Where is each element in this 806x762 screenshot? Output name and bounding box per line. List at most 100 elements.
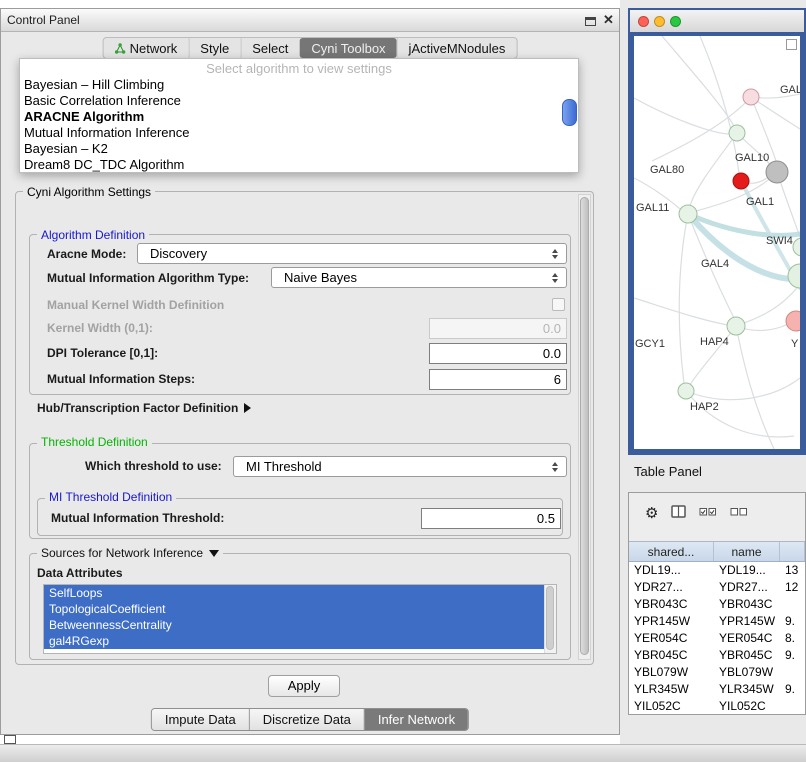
table-cell: YBR045C bbox=[629, 647, 714, 664]
attribute-item[interactable]: BetweennessCentrality bbox=[44, 617, 544, 633]
node-label: GCY1 bbox=[635, 338, 665, 350]
mi-steps-label: Mutual Information Steps: bbox=[47, 372, 195, 386]
attribute-list-scrollbar[interactable] bbox=[544, 585, 556, 653]
mi-threshold-group-title: MI Threshold Definition bbox=[45, 490, 176, 504]
tab-style[interactable]: Style bbox=[188, 38, 240, 58]
table-cell: YPR145W bbox=[629, 613, 714, 630]
column-header[interactable]: shared... bbox=[629, 542, 714, 561]
network-edge bbox=[634, 298, 728, 325]
which-threshold-label: Which threshold to use: bbox=[85, 459, 222, 473]
sources-title: Sources for Network Inference bbox=[41, 546, 203, 560]
network-node[interactable] bbox=[729, 125, 745, 141]
cyni-settings-title: Cyni Algorithm Settings bbox=[23, 185, 155, 199]
node-label: GAL bbox=[780, 84, 800, 96]
table-cell: YER054C bbox=[714, 630, 780, 647]
table-row[interactable]: YER054CYER054C8. bbox=[629, 630, 805, 647]
table-cell: 9. bbox=[780, 613, 805, 630]
dropdown-scrollbar-thumb[interactable] bbox=[562, 99, 577, 126]
attribute-item[interactable]: SelfLoops bbox=[44, 585, 544, 601]
column-header[interactable]: name bbox=[714, 542, 780, 561]
mi-steps-field[interactable] bbox=[429, 369, 567, 390]
network-node[interactable] bbox=[793, 238, 800, 256]
network-node[interactable] bbox=[786, 311, 800, 331]
dpi-tolerance-label: DPI Tolerance [0,1]: bbox=[47, 346, 158, 360]
network-node[interactable] bbox=[678, 383, 694, 399]
tab-label: Network bbox=[130, 41, 178, 56]
float-panel-icon[interactable] bbox=[585, 17, 596, 26]
mi-algorithm-type-select[interactable]: Naive Bayes bbox=[271, 267, 567, 288]
close-panel-icon[interactable]: ✕ bbox=[603, 12, 614, 28]
collapse-triangle-icon[interactable] bbox=[209, 550, 219, 557]
table-row[interactable]: YDR27...YDR27...12 bbox=[629, 579, 805, 596]
network-node[interactable] bbox=[727, 317, 745, 335]
table-row[interactable]: YBR045CYBR045C9. bbox=[629, 647, 805, 664]
tab-impute-data[interactable]: Impute Data bbox=[152, 709, 249, 730]
table-cell bbox=[780, 698, 805, 715]
combo-arrows-icon bbox=[547, 273, 563, 283]
column-browser-icon[interactable] bbox=[671, 505, 686, 521]
network-node[interactable] bbox=[733, 173, 749, 189]
tab-jactivemnodules[interactable]: jActiveMNodules bbox=[397, 38, 517, 58]
tab-select[interactable]: Select bbox=[240, 38, 299, 58]
table-cell: YBR043C bbox=[629, 596, 714, 613]
table-row[interactable]: YBR043CYBR043C bbox=[629, 596, 805, 613]
minimize-window-icon[interactable] bbox=[654, 16, 665, 27]
settings-scrollbar[interactable] bbox=[578, 194, 591, 660]
tab-cyni-toolbox[interactable]: Cyni Toolbox bbox=[299, 38, 396, 58]
algorithm-dropdown-popup: Select algorithm to view settings Bayesi… bbox=[19, 58, 579, 173]
apply-button[interactable]: Apply bbox=[268, 675, 340, 697]
table-cell: YBL079W bbox=[629, 664, 714, 681]
network-view-window: GALGAL80GAL10GAL11GAL1SWI4GAL4GCY1HAP4YH… bbox=[628, 8, 806, 455]
column-header[interactable] bbox=[780, 542, 805, 561]
aracne-mode-label: Aracne Mode: bbox=[47, 247, 126, 261]
tab-discretize-data[interactable]: Discretize Data bbox=[249, 709, 364, 730]
table-header-row: shared...name bbox=[629, 541, 805, 562]
table-cell: YIL052C bbox=[714, 698, 780, 715]
algorithm-option[interactable]: Mutual Information Inference bbox=[20, 125, 578, 141]
algorithm-option[interactable]: Bayesian – K2 bbox=[20, 141, 578, 157]
network-node[interactable] bbox=[766, 161, 788, 183]
settings-scroll-thumb[interactable] bbox=[580, 197, 589, 655]
tab-infer-network[interactable]: Infer Network bbox=[364, 709, 468, 730]
tab-network[interactable]: Network bbox=[104, 38, 189, 58]
table-cell: 12 bbox=[780, 579, 805, 596]
manual-kernel-width-checkbox bbox=[552, 298, 565, 311]
network-node[interactable] bbox=[679, 205, 697, 223]
mi-threshold-field[interactable] bbox=[421, 508, 561, 529]
algorithm-option-list: Bayesian – Hill ClimbingBasic Correlatio… bbox=[20, 77, 578, 173]
which-threshold-select[interactable]: MI Threshold bbox=[233, 456, 567, 477]
network-edge bbox=[686, 391, 794, 437]
hub-definition-label: Hub/Transcription Factor Definition bbox=[37, 401, 238, 415]
table-cell bbox=[780, 596, 805, 613]
select-all-icon[interactable] bbox=[699, 506, 717, 520]
sources-collapser[interactable]: Sources for Network Inference bbox=[37, 546, 223, 560]
table-row[interactable]: YLR345WYLR345W9. bbox=[629, 681, 805, 698]
table-cell: 8. bbox=[780, 630, 805, 647]
table-row[interactable]: YDL19...YDL19...13 bbox=[629, 562, 805, 579]
gear-icon[interactable]: ⚙ bbox=[645, 506, 658, 521]
network-node[interactable] bbox=[743, 89, 759, 105]
expand-triangle-icon[interactable] bbox=[244, 403, 251, 413]
algorithm-option[interactable]: Basic Correlation Inference bbox=[20, 93, 578, 109]
table-cell bbox=[780, 664, 805, 681]
table-row[interactable]: YBL079WYBL079W bbox=[629, 664, 805, 681]
deselect-all-icon[interactable] bbox=[730, 506, 748, 520]
close-window-icon[interactable] bbox=[638, 16, 649, 27]
dpi-tolerance-field[interactable] bbox=[429, 343, 567, 364]
zoom-window-icon[interactable] bbox=[670, 16, 681, 27]
algorithm-option[interactable]: Dream8 DC_TDC Algorithm bbox=[20, 157, 578, 173]
attribute-list-scroll-thumb[interactable] bbox=[546, 586, 554, 650]
table-cell: YBR045C bbox=[714, 647, 780, 664]
attribute-item[interactable]: gal4RGexp bbox=[44, 633, 544, 649]
hub-definition-expander[interactable]: Hub/Transcription Factor Definition bbox=[37, 401, 251, 415]
algorithm-option[interactable]: Bayesian – Hill Climbing bbox=[20, 77, 578, 93]
attribute-item[interactable]: TopologicalCoefficient bbox=[44, 601, 544, 617]
network-corner-widget[interactable] bbox=[786, 39, 797, 50]
node-label: GAL1 bbox=[746, 196, 774, 208]
aracne-mode-select[interactable]: Discovery bbox=[137, 243, 567, 264]
table-row[interactable]: YPR145WYPR145W9. bbox=[629, 613, 805, 630]
mi-threshold-label: Mutual Information Threshold: bbox=[51, 511, 224, 525]
network-window-titlebar[interactable] bbox=[630, 10, 804, 32]
table-row[interactable]: YIL052CYIL052C bbox=[629, 698, 805, 715]
algorithm-option[interactable]: ARACNE Algorithm bbox=[20, 109, 578, 125]
